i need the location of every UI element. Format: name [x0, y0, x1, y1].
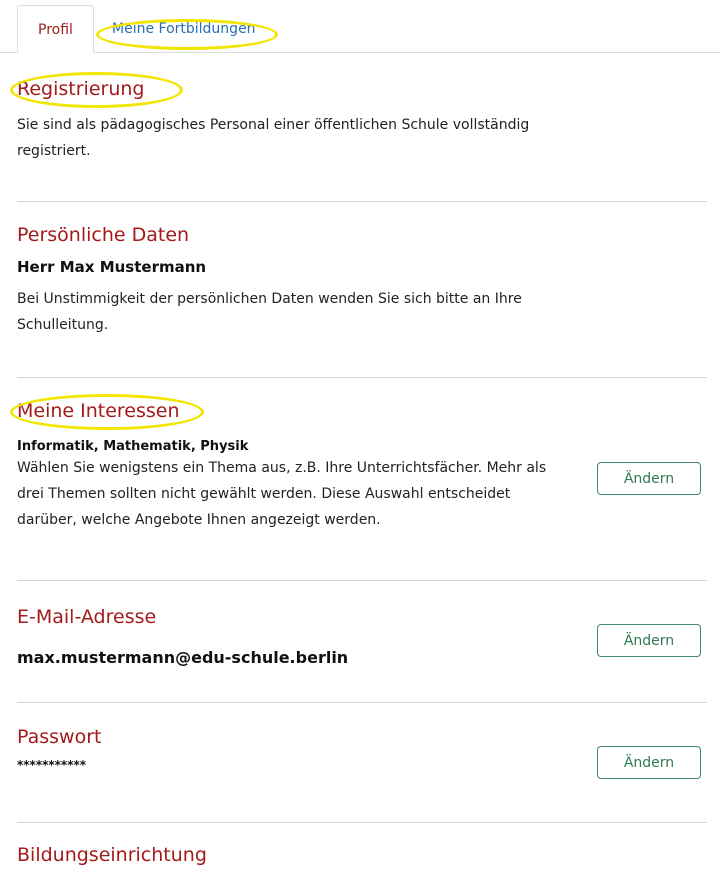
section-email: E-Mail-Adresse max.mustermann@edu-schule…	[17, 598, 707, 688]
interessen-text: Wählen Sie wenigstens ein Thema aus, z.B…	[17, 460, 547, 528]
section-registrierung: Registrierung Sie sind als pädagogisches…	[10, 72, 707, 192]
divider	[17, 377, 707, 378]
tab-meine-fortbildungen[interactable]: Meine Fortbildungen	[108, 5, 260, 53]
passwort-value: ***********	[17, 758, 87, 772]
email-aendern-button[interactable]: Ändern	[597, 624, 701, 657]
persoenliche-daten-heading: Persönliche Daten	[17, 224, 190, 246]
persoenliche-daten-text: Bei Unstimmigkeit der persönlichen Daten…	[17, 291, 522, 333]
section-passwort: Passwort *********** Ändern	[17, 720, 707, 810]
interessen-topics: Informatik, Mathematik, Physik	[17, 439, 249, 454]
registrierung-text: Sie sind als pädagogisches Personal eine…	[17, 117, 530, 159]
email-heading: E-Mail-Adresse	[17, 606, 157, 628]
tab-bar: Profil Meine Fortbildungen	[0, 0, 720, 54]
passwort-heading: Passwort	[17, 726, 102, 748]
section-persoenliche-daten: Persönliche Daten Herr Max Mustermann Be…	[17, 220, 707, 360]
person-name: Herr Max Mustermann	[17, 258, 207, 276]
section-bildungseinrichtung: Bildungseinrichtung	[17, 838, 707, 877]
registrierung-heading: Registrierung	[17, 78, 145, 100]
interessen-aendern-button[interactable]: Ändern	[597, 462, 701, 495]
divider	[17, 822, 707, 823]
passwort-aendern-button[interactable]: Ändern	[597, 746, 701, 779]
divider	[17, 702, 707, 703]
email-value: max.mustermann@edu-schule.berlin	[17, 648, 349, 667]
bildungseinrichtung-heading: Bildungseinrichtung	[17, 844, 207, 866]
divider	[17, 201, 707, 202]
meine-interessen-heading: Meine Interessen	[17, 400, 180, 422]
tab-profil[interactable]: Profil	[17, 5, 94, 53]
section-meine-interessen: Meine Interessen Informatik, Mathematik,…	[10, 394, 707, 554]
divider	[17, 580, 707, 581]
